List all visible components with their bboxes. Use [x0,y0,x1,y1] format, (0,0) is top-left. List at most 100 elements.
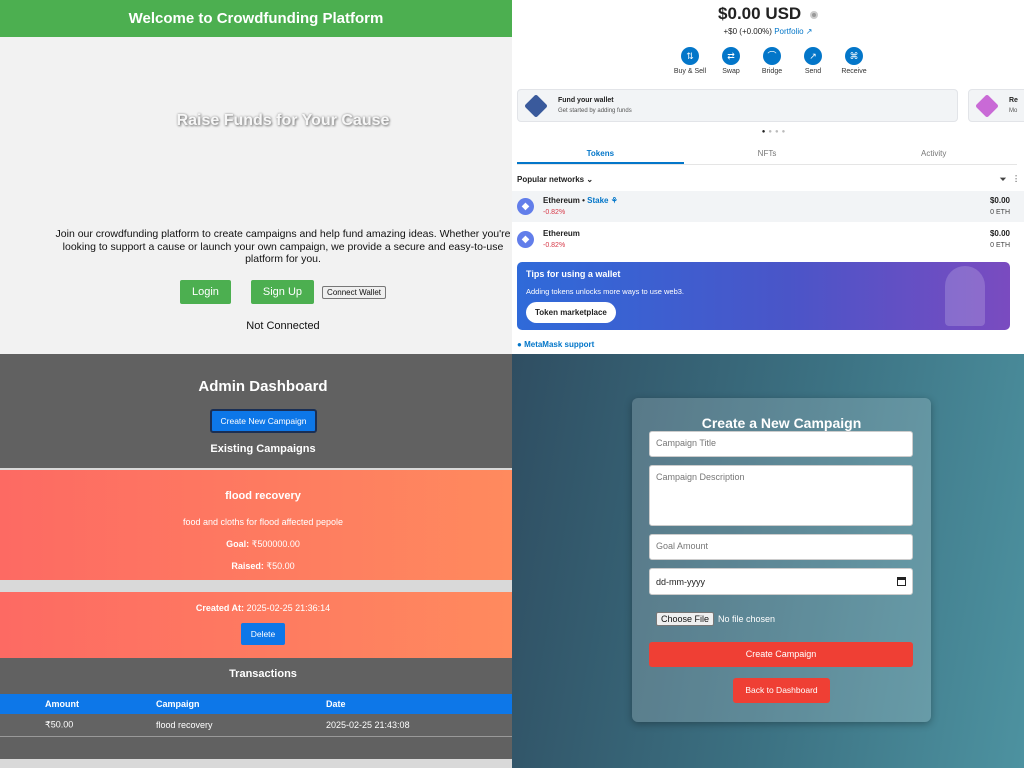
token-marketplace-button[interactable]: Token marketplace [526,302,616,323]
login-button[interactable]: Login [179,280,231,304]
token-change: -0.82% [543,242,566,249]
token-amount: 0 ETH [990,242,1010,249]
wallet-tabs: Tokens NFTs Activity [517,143,1017,165]
delete-button[interactable]: Delete [241,623,285,645]
goal-value: ₹500000.00 [251,539,300,549]
portfolio-link[interactable]: Portfolio [774,27,803,36]
form-title: Create a New Campaign [701,415,862,431]
wallet-panel: $0.00 USD +$0 (+0.00%) Portfolio ↗ ⇅ Buy… [512,0,1024,354]
auth-button-row: Login Sign Up Connect Wallet [0,280,512,304]
balance-amount: $0.00 [718,4,761,23]
chevron-down-icon[interactable]: ⌄ [586,175,593,184]
column-header-campaign: Campaign [156,699,200,709]
choose-file-button[interactable]: Choose File [656,612,715,626]
hero-title: Raise Funds for Your Cause [176,112,390,129]
action-label: Buy & Sell [673,68,707,75]
cell-campaign: flood recovery [156,720,213,730]
back-to-dashboard-button[interactable]: Back to Dashboard [733,678,830,703]
receive-icon: ⌘ [845,47,863,65]
create-campaign-button[interactable]: Create New Campaign [210,409,317,433]
header-title: Welcome to Crowdfunding Platform [128,10,384,27]
network-filter-row: Popular networks ⌄ ⏷ ⋮ [517,175,1017,184]
action-bridge[interactable]: ⌒ Bridge [754,47,790,75]
campaign-form: Create a New Campaign Campaign Title Cam… [632,398,931,722]
stake-icon: ⚘ [610,196,618,205]
change-value: +$0 (+0.00%) [723,27,772,36]
more-options-icon[interactable]: ⋮ [1015,175,1017,184]
action-label: Send [804,68,822,75]
token-name-row: Ethereum • Stake ⚘ [543,196,618,205]
column-header-amount: Amount [45,699,79,709]
token-name: Ethereum [543,229,580,238]
action-swap[interactable]: ⇄ Swap [713,47,749,75]
balance-display: $0.00 USD [512,4,1024,24]
buy-sell-icon: ⇅ [681,47,699,65]
network-filter[interactable]: Popular networks [517,175,584,184]
tab-tokens[interactable]: Tokens [517,143,684,164]
date-placeholder: dd-mm-yyyy [656,576,705,587]
action-label: Swap [722,68,740,75]
campaign-title-input[interactable]: Campaign Title [649,431,913,457]
wallet-actions: ⇅ Buy & Sell ⇄ Swap ⌒ Bridge ↗ Send ⌘ Re… [672,47,872,75]
cell-date: 2025-02-25 21:43:08 [326,720,410,730]
support-link-row[interactable]: ● MetaMask support [517,340,594,349]
support-link[interactable]: MetaMask support [524,340,594,349]
column-header-date: Date [326,699,346,709]
action-buy-sell[interactable]: ⇅ Buy & Sell [672,47,708,75]
support-icon: ● [517,340,522,349]
goal-amount-input[interactable]: Goal Amount [649,534,913,560]
fund-wallet-card[interactable]: Fund your wallet Get started by adding f… [517,89,958,122]
balance-currency: USD [765,4,802,23]
transactions-heading: Transactions [229,668,297,680]
external-link-icon: ↗ [805,27,813,36]
tab-activity[interactable]: Activity [850,143,1017,164]
ethereum-icon: ◆ [517,198,534,215]
token-value: $0.00 [989,229,1010,238]
dashboard-title: Admin Dashboard [198,378,328,395]
goal-label: Goal: [226,539,250,549]
table-row: ₹50.00 flood recovery 2025-02-25 21:43:0… [0,714,512,737]
fund-card-subtitle: Get started by adding funds [558,108,632,114]
create-campaign-submit-button[interactable]: Create Campaign [649,642,913,667]
tips-title: Tips for using a wallet [526,269,621,279]
connection-status: Not Connected [246,320,320,332]
intro-text: Join our crowdfunding platform to create… [55,228,511,265]
promo-card[interactable]: Re Mo [968,89,1024,122]
signup-button[interactable]: Sign Up [250,280,315,304]
file-upload: Choose File No file chosen [656,612,775,626]
create-campaign-panel: Create a New Campaign Campaign Title Cam… [512,354,1024,768]
eye-icon[interactable] [809,10,818,19]
action-receive[interactable]: ⌘ Receive [836,47,872,75]
action-label: Receive [841,68,867,75]
admin-dashboard-panel: Admin Dashboard Create New Campaign Exis… [0,354,512,768]
existing-campaigns-heading: Existing Campaigns [210,443,316,455]
token-row[interactable]: ◆ Ethereum -0.82% $0.00 0 ETH [512,224,1024,255]
cell-amount: ₹50.00 [45,719,74,730]
campaign-description-textarea[interactable]: Campaign Description [649,465,913,526]
transactions-table-header: Amount Campaign Date [0,694,512,714]
created-value: 2025-02-25 21:36:14 [246,603,331,613]
campaign-goal: Goal: ₹500000.00 [0,539,512,550]
token-name: Ethereum [543,196,580,205]
file-status: No file chosen [718,614,776,624]
campaign-description: food and cloths for flood affected pepol… [183,517,343,527]
calendar-icon[interactable] [897,577,906,586]
filter-icon[interactable]: ⏷ [1000,175,1006,184]
token-row[interactable]: ◆ Ethereum • Stake ⚘ -0.82% $0.00 0 ETH [512,191,1024,222]
promo-card-subtitle: Mo [1009,108,1018,114]
campaign-name: flood recovery [225,490,301,502]
deadline-date-input[interactable]: dd-mm-yyyy [649,568,913,595]
bridge-icon: ⌒ [763,47,781,65]
action-label: Bridge [761,68,783,75]
stake-link[interactable]: Stake [587,196,608,205]
send-icon: ↗ [804,47,822,65]
tips-description: Adding tokens unlocks more ways to use w… [526,287,685,296]
carousel-dots[interactable]: ●●●● [512,129,1024,135]
tab-nfts[interactable]: NFTs [684,143,851,164]
promo-illustration-icon [975,94,999,118]
connect-wallet-button[interactable]: Connect Wallet [322,285,386,299]
campaign-raised: Raised: ₹50.00 [0,561,512,572]
action-send[interactable]: ↗ Send [795,47,831,75]
swap-icon: ⇄ [722,47,740,65]
header-bar: Welcome to Crowdfunding Platform [0,0,512,37]
